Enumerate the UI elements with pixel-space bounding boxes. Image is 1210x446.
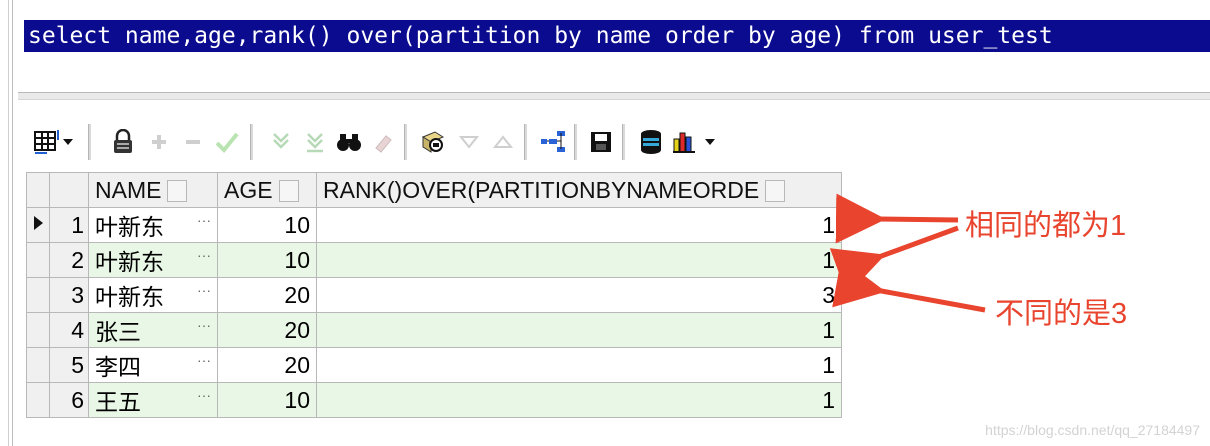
annotation-different: 不同的是3: [995, 298, 1128, 330]
annotation-same: 相同的都为1: [965, 210, 1127, 242]
arrow-to-row-1: [835, 193, 959, 244]
watermark: https://blog.csdn.net/qq_27184497: [985, 422, 1200, 438]
arrow-to-row-3: [832, 258, 986, 313]
arrow-to-row-2: [829, 225, 959, 296]
